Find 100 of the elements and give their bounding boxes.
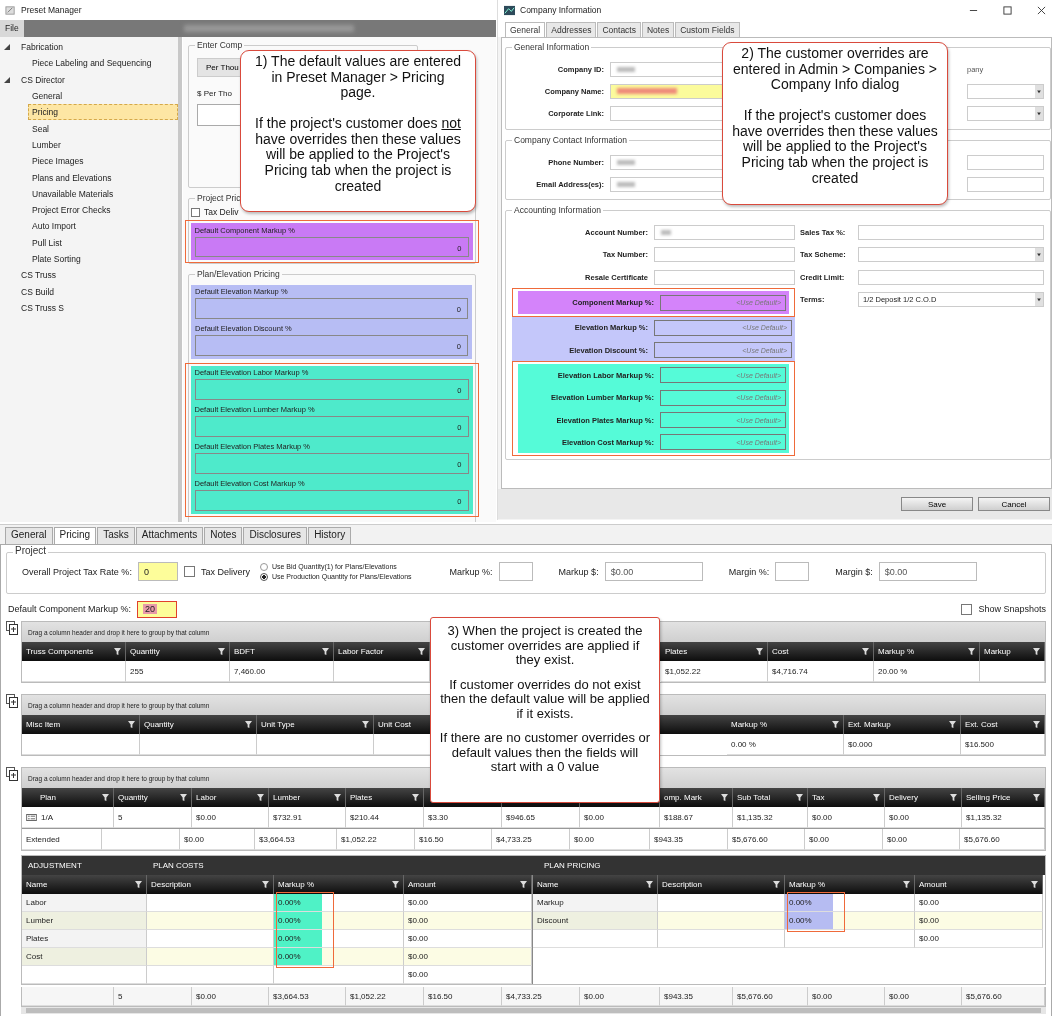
table-cell: $0.00 (580, 987, 660, 1006)
field-label: Margin $: (835, 566, 873, 577)
group-title: Project Pric (195, 193, 243, 203)
group-title: Project (13, 545, 49, 556)
group-title: Company Contact Information (512, 134, 629, 145)
table-cell: $3,664.53 (269, 987, 346, 1006)
table-cell: $3,664.53 (255, 829, 337, 850)
tree-item[interactable]: Piece Images (28, 153, 178, 170)
table-cell: $0.000 (844, 734, 961, 755)
table-cell: 7,460.00 (230, 661, 334, 682)
table-cell: $16.500 (961, 734, 1045, 755)
tab[interactable]: General (5, 527, 53, 544)
field-label: Margin %: (728, 566, 770, 577)
dialog-button[interactable]: Cancel (978, 497, 1050, 511)
input-field[interactable]: 0 (137, 562, 178, 581)
table-cell: Extended (22, 829, 102, 850)
tree-item[interactable]: Fabrication (17, 39, 68, 56)
window-title: Preset Manager (21, 5, 82, 15)
field-label: Overall Project Tax Rate %: (22, 566, 132, 577)
table-cell: $943.35 (660, 987, 733, 1006)
table-cell: $1,052.22 (346, 987, 424, 1006)
table-cell: $16.50 (415, 829, 492, 850)
callout-text: 2) The customer overrides are entered in Admin > Companies > Company Info dialog (732, 46, 938, 93)
table-cell: 0.00% (274, 894, 322, 911)
field-label: Markup $: (558, 566, 599, 577)
tree-item[interactable]: General (28, 88, 178, 105)
tree-item[interactable]: Auto Import (28, 218, 178, 235)
group-title: Plan/Elevation Pricing (195, 269, 282, 279)
section-title: PLAN PRICING (543, 861, 601, 870)
menu-item[interactable]: File (0, 20, 24, 37)
tab[interactable]: Addresses (546, 22, 597, 37)
table-cell: $1,052.22 (661, 661, 768, 682)
table-cell: $4,733.25 (502, 987, 580, 1006)
checkbox-label: Tax Deliv (204, 207, 239, 217)
callout-text: If customer overrides do not exist then the default value will be applied if it exists. (439, 677, 651, 722)
table-cell: 20.00 % (874, 661, 980, 682)
tree-item[interactable]: CS Director (17, 71, 69, 88)
tree-item[interactable]: Plans and Elevations (28, 169, 178, 186)
table-cell: $5,676.60 (962, 987, 1045, 1006)
table-cell: 255 (126, 661, 230, 682)
tab[interactable]: Notes (641, 22, 675, 37)
table-cell: $4,716.74 (768, 661, 874, 682)
tab[interactable]: Custom Fields (675, 22, 740, 37)
tree-item[interactable]: Plate Sorting (28, 251, 178, 267)
table-cell: $943.35 (650, 829, 728, 850)
table-cell: $5,676.60 (733, 987, 808, 1006)
callout-text: If the project's customer does have overrides then these values will be applied to the Project's Pricing tab when the project is created (731, 108, 939, 187)
tab[interactable]: Contacts (597, 22, 641, 37)
callout-text: 1) The default values are entered in Preset Manager > Pricing page. (254, 54, 462, 101)
input-field[interactable]: $0.00 (604, 562, 703, 581)
tree-item[interactable]: Unavailable Materials (28, 185, 178, 202)
table-cell: $1,052.22 (337, 829, 415, 850)
table-cell: $5,676.60 (728, 829, 805, 850)
group-title: General Information (512, 42, 592, 52)
table-cell: Plates (22, 930, 147, 948)
table-cell: 0.00 % (727, 734, 844, 755)
table-cell: 0.00% (274, 912, 322, 929)
tab[interactable]: General (505, 22, 546, 37)
tab[interactable]: History (308, 527, 352, 544)
tree-item[interactable]: CS Build (17, 283, 59, 300)
section-title: PLAN COSTS (152, 861, 205, 870)
tab[interactable]: Tasks (97, 527, 135, 544)
table-cell: Cost (22, 948, 147, 966)
table-cell: $5,676.60 (960, 829, 1045, 850)
table-cell: $0.00 (192, 987, 269, 1006)
tree-item[interactable]: Pull List (28, 234, 178, 251)
tree-item[interactable]: Seal (28, 120, 178, 137)
table-cell: Discount (533, 912, 658, 930)
field-label: Markup %: (449, 566, 493, 577)
table-cell: $0.00 (883, 829, 960, 850)
table-cell: $16.50 (424, 987, 502, 1006)
tab[interactable]: Disclosures (243, 527, 308, 544)
table-cell: 0.00% (274, 948, 322, 965)
tree-item[interactable]: Piece Labeling and Sequencing (28, 55, 178, 72)
tree-item[interactable]: Project Error Checks (28, 202, 178, 219)
table-cell: Labor (22, 894, 147, 912)
table-cell: 5 (114, 987, 192, 1006)
table-cell: $0.00 (805, 829, 883, 850)
group-title: Enter Comp (195, 40, 245, 50)
callout-text: 3) When the project is created the customer overrides are applied if they exist. (446, 624, 644, 668)
checkbox-label: Show Snapshots (978, 604, 1046, 614)
checkbox-label: Tax Delivery (200, 566, 250, 577)
callout-text: If the project's customer does not have overrides then these values will be applied to the Project's Pricing tab when the project is created (254, 116, 462, 195)
tree-item[interactable]: CS Truss (17, 267, 60, 284)
table-cell: $0.00 (808, 987, 885, 1006)
input-field[interactable]: 20 (137, 600, 178, 618)
tab[interactable]: Notes (204, 527, 243, 544)
tree-item[interactable]: Pricing (28, 104, 178, 121)
table-cell: 0.00% (785, 894, 833, 911)
tree-item[interactable]: CS Truss S (17, 299, 68, 316)
group-title: Accounting Information (512, 205, 603, 216)
input-field[interactable]: $0.00 (878, 562, 977, 581)
section-title: ADJUSTMENT (27, 861, 83, 870)
tab[interactable]: Attachments (135, 527, 204, 544)
tree-item[interactable]: Lumber (28, 136, 178, 153)
field-label: Default Component Markup %: (8, 604, 132, 614)
dialog-button[interactable]: Save (901, 497, 973, 511)
tab[interactable]: Pricing (53, 527, 97, 544)
table-cell: Markup (533, 894, 658, 912)
table-cell: $0.00 (570, 829, 650, 850)
